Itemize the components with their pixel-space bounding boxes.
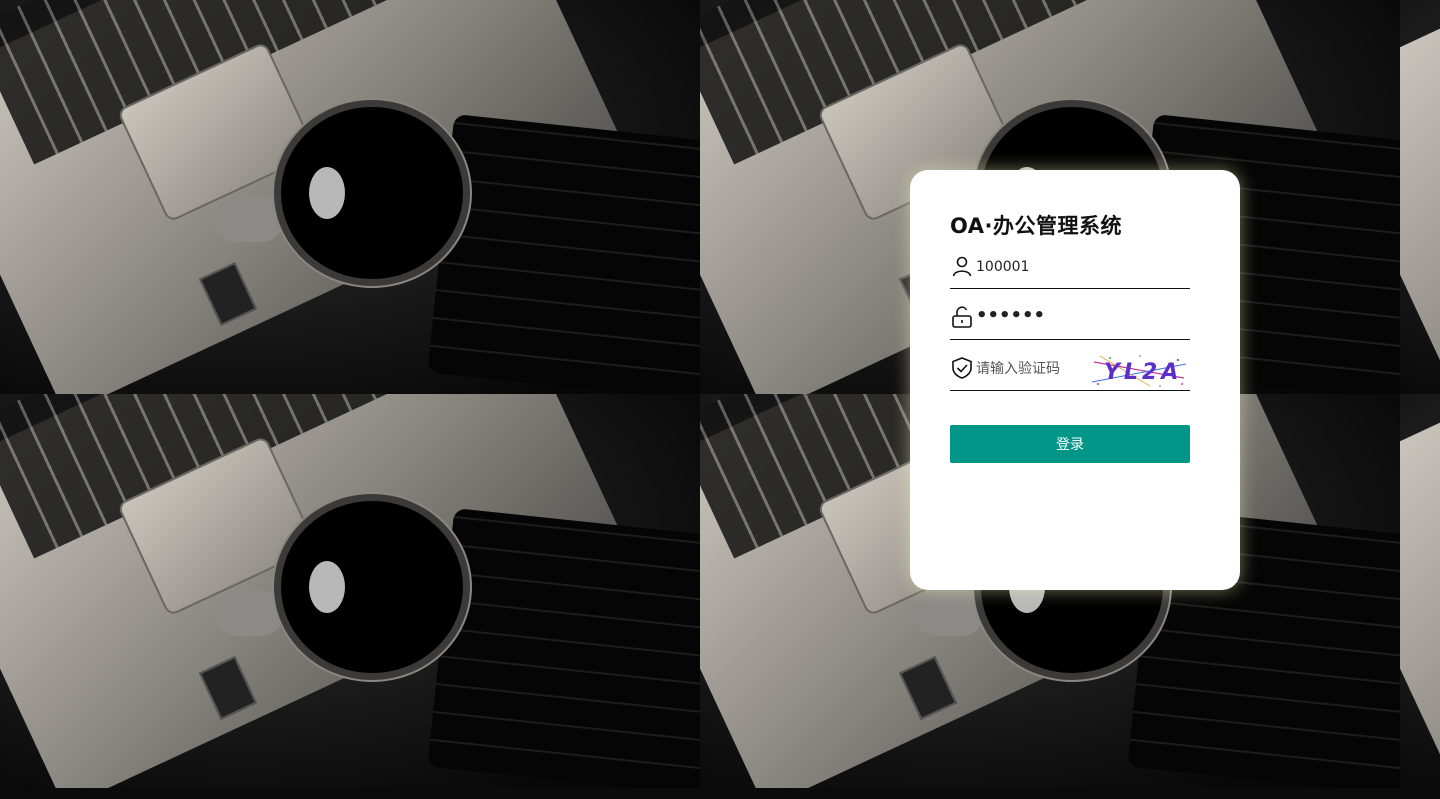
captcha-image[interactable]: YL2A bbox=[1090, 352, 1188, 390]
password-field[interactable]: •••••• bbox=[950, 299, 1190, 340]
coffee-cup-shape bbox=[274, 494, 470, 680]
cup-handle-shape bbox=[214, 196, 284, 242]
captcha-text: YL2A bbox=[1104, 360, 1182, 385]
captcha-field[interactable]: YL2A bbox=[950, 350, 1190, 391]
password-value[interactable]: •••••• bbox=[976, 305, 1136, 326]
unlock-icon bbox=[950, 305, 974, 329]
app-title: OA·办公管理系统 bbox=[950, 214, 1123, 238]
keyboard-shape bbox=[427, 507, 700, 788]
laptop-shape bbox=[1400, 394, 1440, 788]
background-tile bbox=[1400, 0, 1440, 394]
background-tile bbox=[0, 394, 700, 788]
laptop-shape bbox=[1400, 0, 1440, 394]
background-tile bbox=[1400, 394, 1440, 788]
shield-check-icon bbox=[950, 356, 974, 380]
cup-handle-shape bbox=[914, 590, 984, 636]
coffee-cup-shape bbox=[274, 100, 470, 286]
login-card: OA·办公管理系统 100001 •••••• 请输入验证码 YL2A 登录 bbox=[910, 170, 1240, 590]
login-button[interactable]: 登录 bbox=[950, 425, 1190, 463]
keyboard-shape bbox=[427, 113, 700, 394]
username-field[interactable]: 100001 bbox=[950, 248, 1190, 289]
background-tile bbox=[0, 0, 700, 394]
username-value[interactable]: 100001 bbox=[976, 259, 1136, 275]
user-icon bbox=[950, 254, 974, 278]
cup-handle-shape bbox=[214, 590, 284, 636]
